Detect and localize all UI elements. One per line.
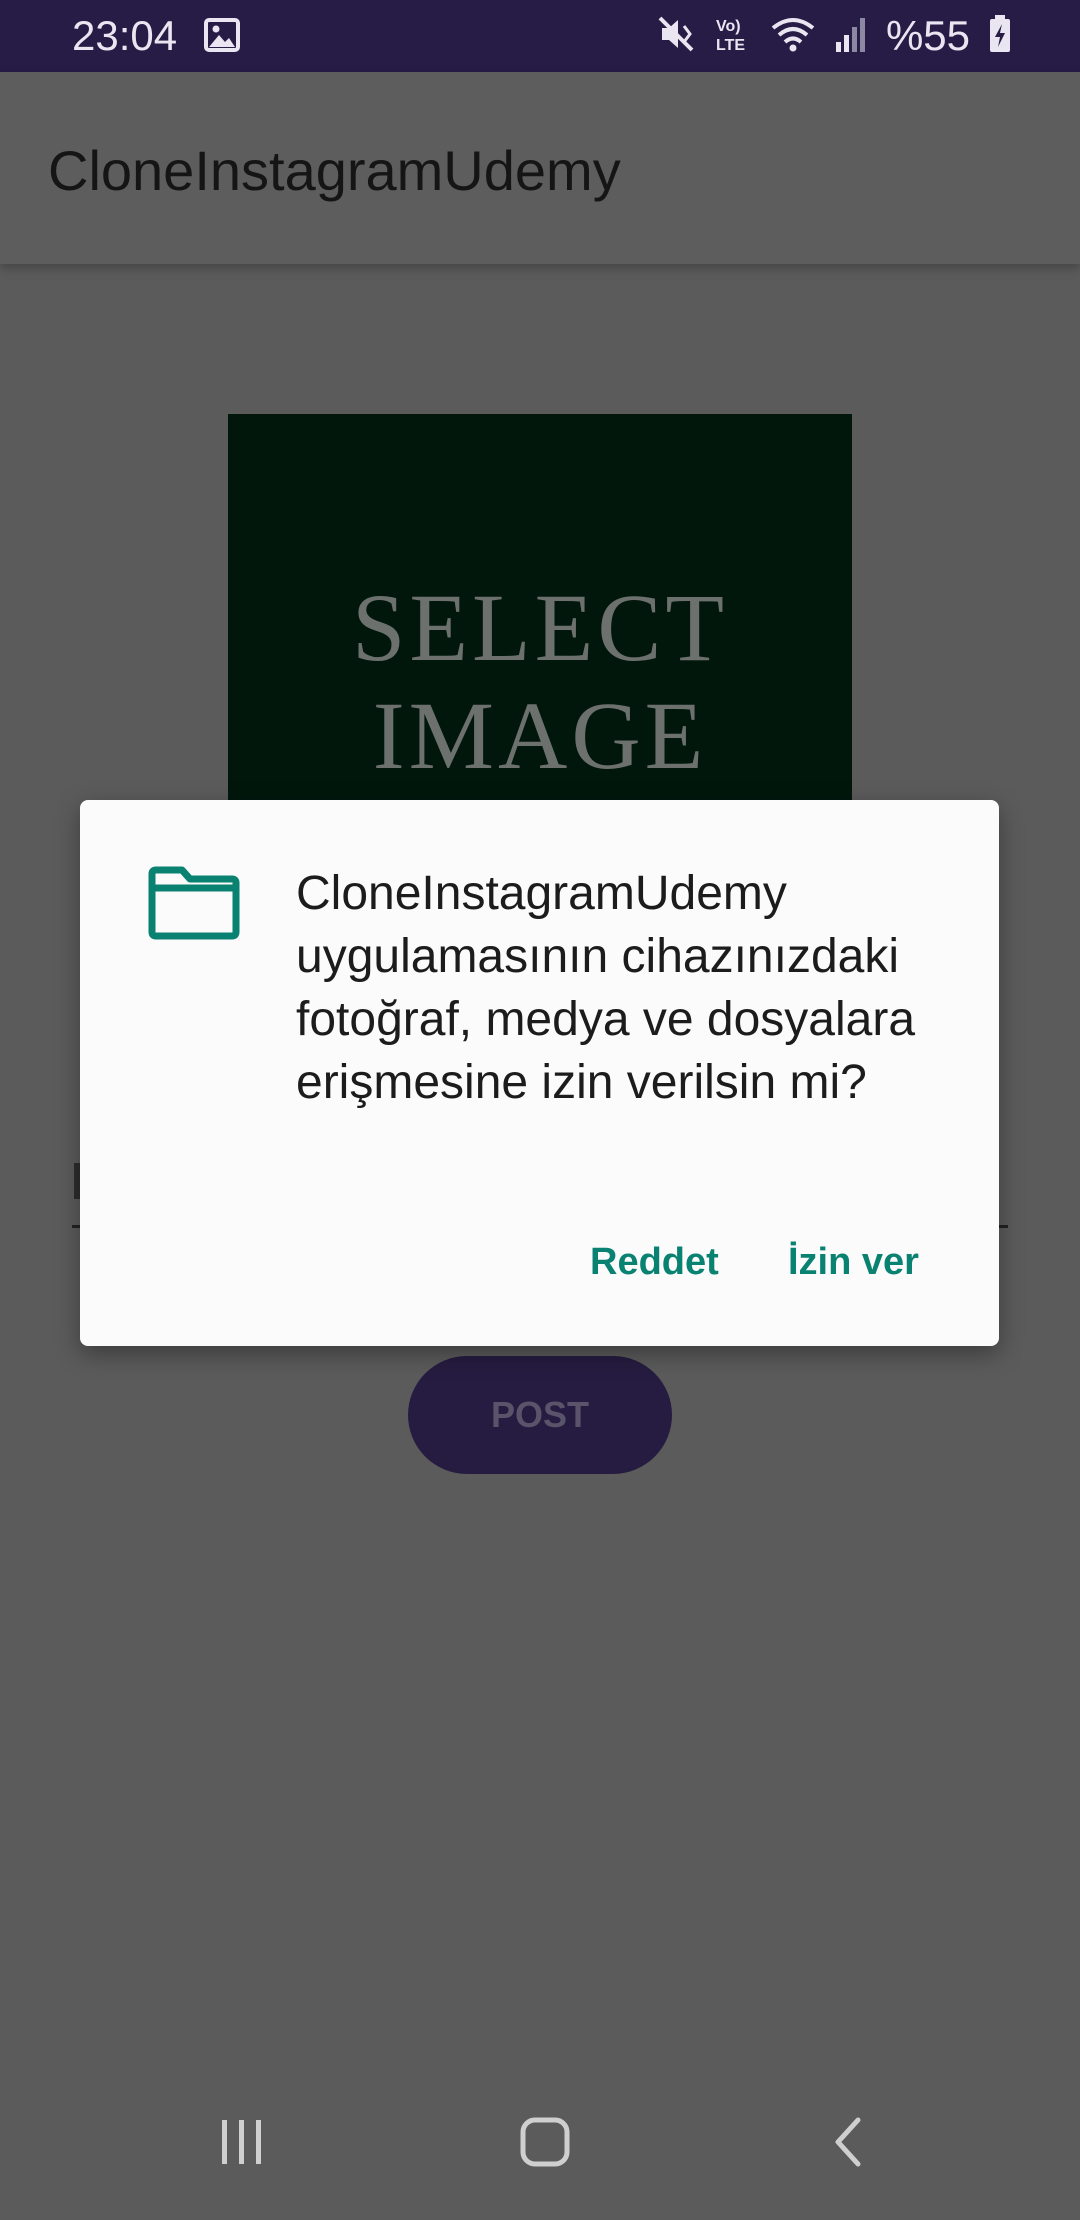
signal-icon bbox=[834, 14, 868, 59]
battery-charging-icon bbox=[988, 14, 1012, 59]
volte-text-bottom: LTE bbox=[716, 37, 745, 54]
home-icon[interactable] bbox=[475, 2064, 615, 2220]
status-time: 23:04 bbox=[72, 12, 178, 59]
post-button[interactable]: POST bbox=[408, 1356, 672, 1474]
permission-dialog: CloneInstagramUdemy uygulamasının cihazı… bbox=[80, 800, 999, 1346]
mute-icon bbox=[656, 14, 696, 59]
wifi-icon bbox=[770, 14, 816, 59]
status-icons: Vo) LTE %55 bbox=[656, 10, 1012, 62]
select-image-label-line1: SELECT bbox=[352, 574, 728, 681]
status-bar: 23:04 Vo) LTE %55 bbox=[0, 0, 1080, 72]
select-image-label-line2: IMAGE bbox=[372, 682, 708, 789]
folder-icon bbox=[148, 866, 240, 945]
app-title: CloneInstagramUdemy bbox=[48, 139, 621, 202]
navigation-bar bbox=[0, 2064, 1080, 2220]
back-icon[interactable] bbox=[778, 2064, 918, 2220]
app-bar: CloneInstagramUdemy bbox=[0, 72, 1080, 264]
recent-apps-icon[interactable] bbox=[172, 2064, 312, 2220]
battery-percent: %55 bbox=[885, 12, 970, 59]
select-image-button[interactable]: SELECT IMAGE bbox=[228, 414, 852, 834]
allow-button[interactable]: İzin ver bbox=[776, 1224, 931, 1300]
image-icon bbox=[204, 18, 240, 57]
volte-icon: Vo) LTE bbox=[714, 14, 752, 59]
volte-text-top: Vo) bbox=[716, 18, 741, 35]
dialog-message: CloneInstagramUdemy uygulamasının cihazı… bbox=[296, 867, 916, 1109]
deny-button[interactable]: Reddet bbox=[578, 1224, 731, 1300]
